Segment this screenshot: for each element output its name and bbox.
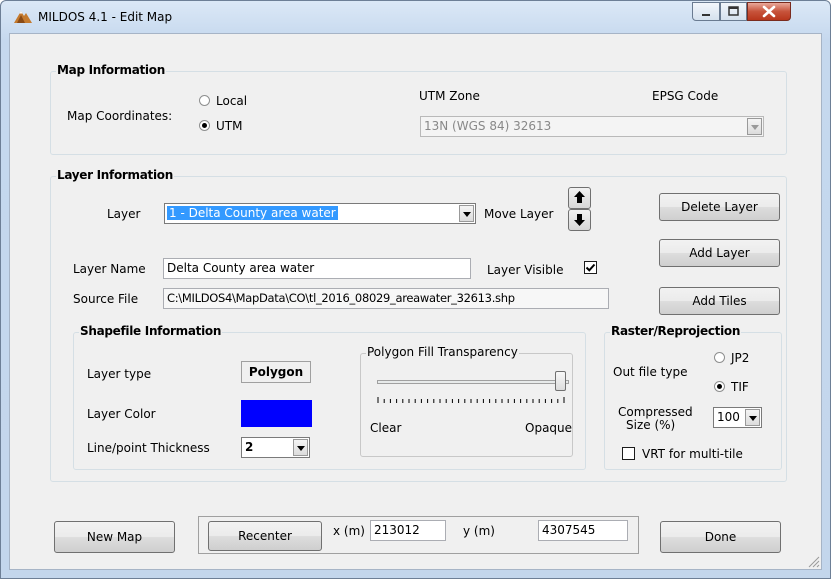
layer-select[interactable]: 1 - Delta County area water — [164, 203, 476, 224]
dialog-client-area: Map Information Map Coordinates: Local U… — [9, 33, 822, 570]
move-layer-label: Move Layer — [484, 207, 554, 221]
layer-type-label: Layer type — [87, 367, 152, 381]
utm-zone-value: 13N (WGS 84) 32613 — [424, 119, 552, 133]
map-coordinates-label: Map Coordinates: — [67, 109, 173, 123]
title-bar[interactable]: MILDOS 4.1 - Edit Map — [1, 1, 830, 33]
add-layer-button[interactable]: Add Layer — [659, 239, 780, 267]
transparency-slider-track[interactable] — [377, 380, 569, 384]
map-information-title: Map Information — [56, 63, 166, 77]
move-layer-down-button[interactable] — [568, 209, 591, 231]
layer-name-label: Layer Name — [73, 262, 146, 276]
source-file-label: Source File — [73, 292, 139, 306]
tif-radio[interactable] — [714, 381, 725, 392]
transparency-group: Polygon Fill Transparency Clear Opaque — [360, 345, 573, 457]
delete-layer-button[interactable]: Delete Layer — [659, 193, 780, 221]
layer-information-group: Layer Information Layer 1 - Delta County… — [50, 168, 787, 482]
local-radio[interactable] — [199, 95, 210, 106]
layer-visible-label: Layer Visible — [487, 263, 564, 277]
opaque-label: Opaque — [525, 421, 573, 435]
new-map-button[interactable]: New Map — [54, 521, 175, 553]
utm-radio[interactable] — [199, 120, 210, 131]
done-button[interactable]: Done — [660, 521, 781, 553]
utm-zone-label: UTM Zone — [419, 89, 480, 103]
layer-visible-checkbox[interactable] — [584, 261, 597, 274]
utm-label[interactable]: UTM — [216, 119, 242, 133]
chevron-down-icon — [293, 439, 308, 456]
maximize-icon — [728, 6, 739, 16]
arrow-up-icon — [574, 191, 585, 203]
layer-name-input[interactable]: Delta County area water — [163, 258, 471, 279]
add-tiles-button[interactable]: Add Tiles — [659, 287, 780, 315]
epsg-code-label: EPSG Code — [652, 89, 719, 103]
compressed-size-value: 100 — [717, 410, 740, 424]
thickness-value: 2 — [245, 440, 254, 454]
tif-label[interactable]: TIF — [731, 380, 749, 394]
shapefile-information-group: Shapefile Information Layer type Polygon… — [73, 324, 586, 470]
chevron-down-icon — [459, 205, 474, 222]
source-file-input[interactable]: C:\MILDOS4\MapData\CO\tl_2016_08029_area… — [163, 288, 609, 309]
move-layer-up-button[interactable] — [568, 187, 591, 209]
x-coordinate-input[interactable]: 213012 — [370, 520, 446, 541]
layer-label: Layer — [107, 207, 141, 221]
size-percent-label: Size (%) — [626, 418, 676, 432]
y-coordinate-label: y (m) — [463, 524, 495, 538]
compressed-label: Compressed — [618, 405, 693, 419]
layer-type-value: Polygon — [241, 361, 311, 383]
minimize-button[interactable] — [692, 2, 720, 21]
jp2-label[interactable]: JP2 — [731, 351, 749, 365]
x-coordinate-label: x (m) — [333, 524, 365, 538]
map-information-group: Map Information Map Coordinates: Local U… — [50, 63, 787, 155]
slider-ticks — [377, 397, 565, 403]
arrow-down-icon — [574, 214, 585, 226]
transparency-slider-thumb[interactable] — [555, 371, 566, 391]
local-label[interactable]: Local — [216, 94, 247, 108]
close-button[interactable] — [747, 2, 791, 21]
chevron-down-icon — [745, 409, 760, 426]
out-file-type-label: Out file type — [613, 365, 688, 379]
mountain-app-icon — [14, 11, 32, 23]
utm-zone-select[interactable]: 13N (WGS 84) 32613 — [420, 116, 764, 137]
raster-reprojection-title: Raster/Reprojection — [610, 324, 742, 338]
layer-color-swatch[interactable] — [241, 400, 312, 427]
chevron-down-icon — [747, 118, 762, 135]
maximize-button[interactable] — [720, 2, 747, 21]
window-title: MILDOS 4.1 - Edit Map — [38, 10, 173, 24]
transparency-title: Polygon Fill Transparency — [366, 345, 519, 359]
close-icon — [762, 5, 776, 18]
minimize-icon — [702, 14, 710, 16]
recenter-button[interactable]: Recenter — [208, 521, 322, 551]
vrt-checkbox[interactable] — [622, 447, 635, 460]
layer-select-value: 1 - Delta County area water — [167, 206, 338, 220]
clear-label: Clear — [370, 421, 402, 435]
raster-reprojection-group: Raster/Reprojection Out file type JP2 TI… — [604, 324, 782, 470]
thickness-label: Line/point Thickness — [87, 441, 210, 455]
layer-color-label: Layer Color — [87, 407, 156, 421]
vrt-label[interactable]: VRT for multi-tile — [642, 447, 743, 461]
compressed-size-select[interactable]: 100 — [713, 407, 762, 428]
thickness-select[interactable]: 2 — [241, 437, 310, 458]
y-coordinate-input[interactable]: 4307545 — [538, 520, 628, 541]
layer-information-title: Layer Information — [56, 168, 174, 182]
resize-grip-icon[interactable] — [806, 554, 820, 568]
edit-map-window: MILDOS 4.1 - Edit Map Map Information Ma… — [0, 0, 831, 579]
jp2-radio[interactable] — [714, 352, 725, 363]
shapefile-information-title: Shapefile Information — [79, 324, 223, 338]
checkmark-icon — [585, 263, 596, 272]
